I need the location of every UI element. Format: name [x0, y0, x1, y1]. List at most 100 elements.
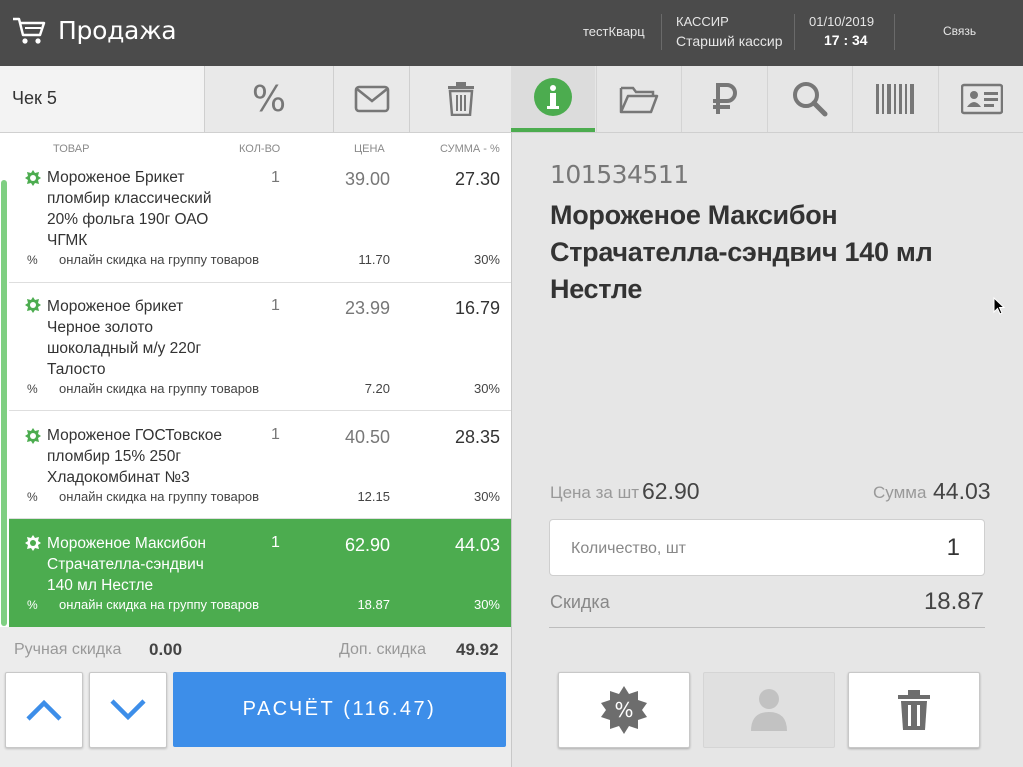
item-name-line: Мороженое Максибон — [47, 535, 206, 552]
item-sum: 44.03 — [454, 535, 500, 555]
folder-icon — [619, 86, 659, 114]
product-name: Мороженое Максибон Страчателла-сэндвич 1… — [550, 197, 933, 308]
product-toolbar — [511, 66, 1023, 133]
extra-discount-value: 49.92 — [456, 640, 499, 659]
discount-value: 18.87 — [923, 588, 984, 615]
connection-link[interactable]: Связь — [943, 24, 976, 38]
sum-value: 44.03 — [933, 478, 991, 504]
item-name-line: Хладокомбинат №3 — [47, 469, 190, 486]
product-name-line: Мороженое Максибон — [550, 200, 838, 230]
item-sum: 16.79 — [454, 298, 500, 318]
discount-value: 12.15 — [357, 489, 390, 504]
item-qty: 1 — [271, 297, 280, 314]
discount-percent: 30% — [473, 597, 500, 612]
discount-badge-icon — [25, 297, 41, 313]
scroll-down-button[interactable] — [89, 672, 167, 748]
receipt-toolbar: Чек 5 % — [0, 66, 512, 133]
divider — [894, 14, 895, 50]
column-qty: КОЛ-ВО — [239, 143, 281, 155]
receipt-items-list[interactable]: Мороженое Брикет пломбир классический 20… — [0, 166, 511, 627]
tab-payment[interactable] — [681, 66, 767, 132]
item-name: Мороженое брикет Черное золото шоколадны… — [47, 296, 201, 380]
discount-value: 11.70 — [358, 252, 390, 267]
discount-value: 18.87 — [357, 597, 390, 612]
quantity-field[interactable]: Количество, шт 1 — [549, 519, 985, 576]
mail-icon — [354, 85, 389, 113]
cart-icon — [13, 17, 46, 44]
role-value: Старший кассир — [676, 33, 783, 49]
chevron-down-icon — [110, 699, 146, 721]
extra-discount-label: Доп. скидка — [339, 641, 426, 658]
discount-percent: 30% — [473, 381, 500, 396]
id-card-icon — [960, 83, 1003, 115]
discount-badge-icon — [25, 535, 41, 551]
tab-catalog[interactable] — [596, 66, 681, 132]
item-price: 39.00 — [344, 169, 390, 189]
item-qty: 1 — [271, 169, 280, 186]
column-item: ТОВАР — [53, 143, 90, 155]
item-sum: 27.30 — [454, 169, 500, 189]
unit-price-label: Цена за шт — [550, 483, 639, 502]
item-price: 40.50 — [344, 427, 390, 447]
send-button[interactable] — [333, 66, 409, 132]
barcode-icon — [875, 84, 914, 114]
column-sum: СУММА - % — [440, 143, 500, 155]
receipt-item-row[interactable]: Мороженое ГОСТовское пломбир 15% 250г Хл… — [9, 411, 511, 519]
discount-sign: % — [27, 382, 38, 396]
receipt-column-headers: ТОВАР КОЛ-ВО ЦЕНА СУММА - % — [0, 133, 511, 167]
tab-customer-card[interactable] — [938, 66, 1023, 132]
receipt-label: Чек 5 — [12, 88, 57, 108]
tab-search[interactable] — [767, 66, 852, 132]
item-name-line: пломбир 15% 250г — [47, 448, 182, 465]
item-name-line: Мороженое Брикет — [47, 169, 185, 186]
date-text: 01/10/2019 — [809, 14, 875, 29]
receipt-item-row-selected[interactable]: Мороженое Максибон Страчателла-сэндвич 1… — [9, 519, 511, 627]
app-header: Продажа тестКварц КАССИР Старший кассир … — [0, 0, 1023, 66]
search-icon — [793, 82, 828, 117]
ruble-icon — [712, 83, 737, 114]
item-name-line: Талосто — [47, 361, 106, 378]
item-discount-button[interactable]: % — [558, 672, 690, 748]
quantity-placeholder: Количество, шт — [571, 540, 686, 557]
discount-label: онлайн скидка на группу товаров — [59, 252, 260, 267]
discount-percent: 30% — [473, 252, 500, 267]
pay-button[interactable]: РАСЧЁТ (116.47) — [173, 672, 506, 747]
delete-item-button[interactable] — [848, 672, 980, 748]
receipt-item-row[interactable]: Мороженое брикет Черное золото шоколадны… — [9, 283, 511, 411]
product-name-line: Нестле — [550, 274, 643, 304]
scrollbar[interactable] — [1, 180, 7, 626]
item-name-line: Мороженое брикет — [47, 298, 184, 315]
discount-sign: % — [27, 253, 38, 267]
info-icon — [534, 78, 572, 116]
item-name-line: пломбир классический — [47, 190, 212, 207]
scroll-up-button[interactable] — [5, 672, 83, 748]
assign-customer-button[interactable] — [703, 672, 835, 748]
manual-discount-value: 0.00 — [149, 640, 183, 659]
quantity-value: 1 — [946, 534, 960, 561]
shop-name: тестКварц — [583, 24, 645, 39]
item-name-line: Страчателла-сэндвич — [47, 556, 204, 573]
item-name-line: 140 мл Нестле — [47, 577, 154, 594]
item-price: 23.99 — [344, 298, 390, 318]
discount-value: 7.20 — [364, 381, 390, 396]
manual-discount-label: Ручная скидка — [14, 641, 122, 658]
role-label: КАССИР — [676, 14, 729, 29]
item-sum: 28.35 — [454, 427, 500, 447]
discount-sign: % — [27, 490, 38, 504]
discount-label: онлайн скидка на группу товаров — [59, 597, 260, 612]
sum-label: Сумма — [873, 483, 927, 502]
trash-icon — [898, 690, 930, 730]
discount-button[interactable]: % — [204, 66, 333, 132]
delete-receipt-button[interactable] — [409, 66, 512, 132]
tab-info[interactable] — [511, 66, 595, 132]
panel-divider — [511, 133, 512, 767]
discount-label: Скидка — [550, 592, 610, 612]
receipt-item-row[interactable]: Мороженое Брикет пломбир классический 20… — [9, 166, 511, 283]
svg-text:%: % — [614, 698, 633, 722]
item-name-line: Черное золото — [47, 319, 153, 336]
item-name-line: шоколадный м/у 220г — [47, 340, 202, 357]
tab-barcode[interactable] — [852, 66, 938, 132]
item-qty: 1 — [271, 426, 280, 443]
discount-label: онлайн скидка на группу товаров — [59, 489, 260, 504]
item-name-line: 20% фольга 190г ОАО — [47, 211, 209, 228]
